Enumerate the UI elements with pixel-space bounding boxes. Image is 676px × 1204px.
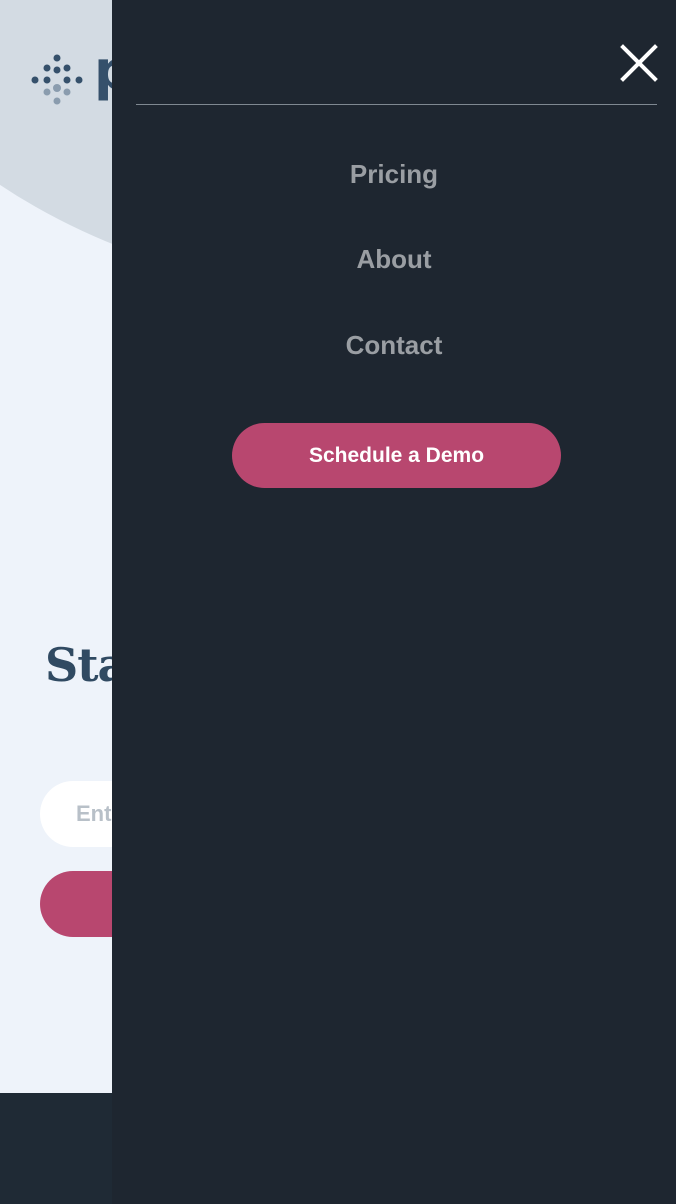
schedule-demo-button[interactable]: Schedule a Demo xyxy=(232,423,561,488)
logo-dots-icon[interactable] xyxy=(30,54,84,108)
mobile-nav-drawer: Pricing About Contact Schedule a Demo xyxy=(112,0,676,1204)
nav-link-pricing[interactable]: Pricing xyxy=(112,157,676,191)
close-icon xyxy=(620,44,658,82)
nav-link-contact[interactable]: Contact xyxy=(112,328,676,362)
close-menu-button[interactable] xyxy=(616,40,662,86)
drawer-divider xyxy=(136,104,657,105)
nav-link-about[interactable]: About xyxy=(112,242,676,276)
